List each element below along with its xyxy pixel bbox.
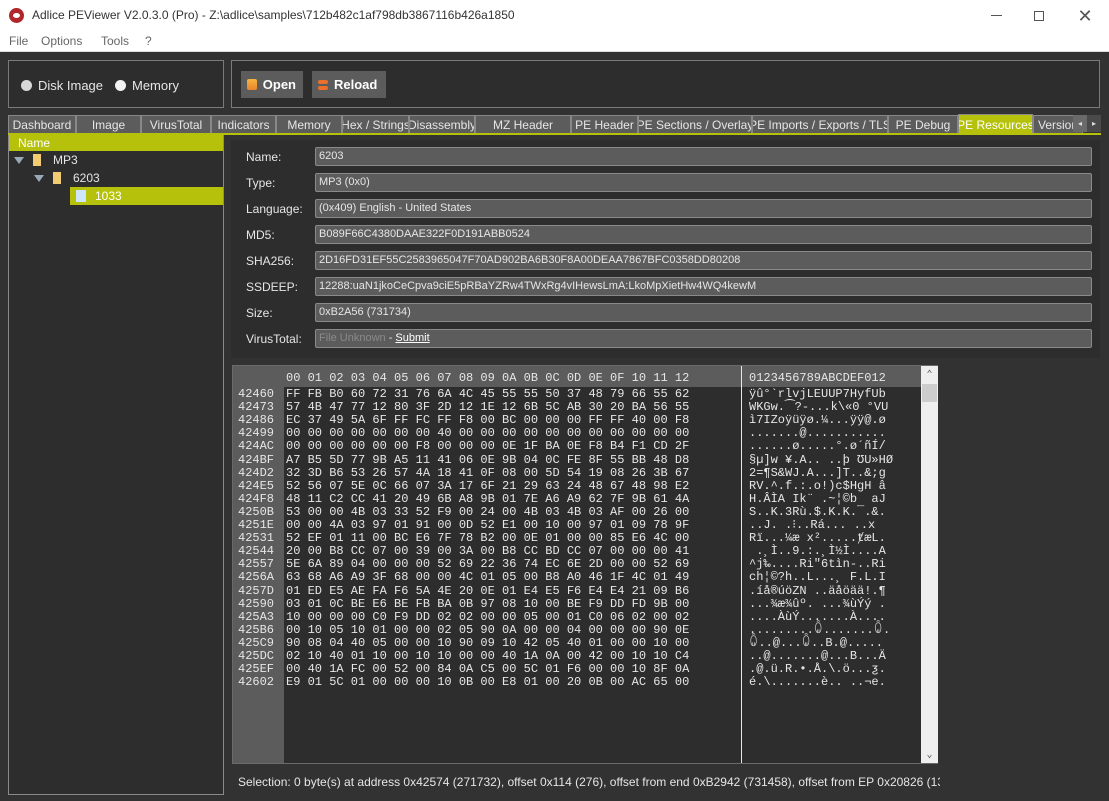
maximize-icon	[1034, 10, 1044, 21]
tab-hex-strings[interactable]: Hex / Strings	[342, 115, 409, 134]
tab-dashboard[interactable]: Dashboard	[8, 115, 76, 134]
hex-row-offset: 4256A	[238, 570, 275, 584]
ssdeep-label: SSDEEP:	[246, 280, 299, 294]
hex-row-ascii[interactable]: ch¦©?h..L...¸ F.L.I	[749, 571, 886, 584]
size-field[interactable]: 0xB2A56 (731734)	[315, 303, 1092, 322]
tab-virustotal[interactable]: VirusTotal	[141, 115, 211, 134]
menu-bar: File Options Tools ?	[0, 31, 1109, 52]
disk-image-label: Disk Image	[38, 78, 104, 93]
sha256-label: SHA256:	[246, 254, 295, 268]
tab-mz-header[interactable]: MZ Header	[475, 115, 571, 134]
tree-node-6203[interactable]: 6203	[34, 169, 100, 187]
virustotal-separator: -	[385, 332, 396, 344]
toolbar: Open Reload	[231, 60, 1100, 108]
open-label: Open	[262, 77, 296, 92]
reload-button[interactable]: Reload	[312, 71, 386, 98]
hex-view[interactable]: 00 01 02 03 04 05 06 07 08 09 0A 0B 0C 0…	[232, 365, 938, 764]
status-bar: Selection: 0 byte(s) at address 0x42574 …	[238, 775, 940, 789]
name-field[interactable]: 6203	[315, 147, 1092, 166]
virustotal-status: File Unknown	[319, 332, 386, 344]
menu-file[interactable]: File	[9, 34, 28, 48]
radio-indicator	[21, 80, 32, 91]
tree-header-name[interactable]: Name	[9, 135, 223, 151]
minimize-button[interactable]	[973, 0, 1019, 31]
tab-pe-imports[interactable]: PE Imports / Exports / TLS	[752, 115, 888, 134]
folder-open-icon	[247, 79, 257, 90]
source-selector: Disk Image Memory	[8, 60, 224, 108]
hex-row-bytes[interactable]: 63 68 A6 A9 3F 68 00 00 4C 01 05 00 B8 A…	[286, 571, 689, 584]
title-bar: Adlice PEViewer V2.0.3.0 (Pro) - Z:\adli…	[0, 0, 1109, 31]
file-icon	[76, 190, 86, 202]
tab-scroll-buttons: ◂ ▸	[1073, 115, 1101, 132]
open-button[interactable]: Open	[241, 71, 303, 98]
window-title: Adlice PEViewer V2.0.3.0 (Pro) - Z:\adli…	[32, 8, 515, 22]
tab-scroll-right-icon[interactable]: ▸	[1087, 115, 1101, 132]
expand-arrow-icon[interactable]	[14, 156, 24, 164]
type-label: Type:	[246, 176, 276, 190]
size-label: Size:	[246, 306, 273, 320]
md5-field[interactable]: B089F66C4380DAAE322F0D191ABB0524	[315, 225, 1092, 244]
virustotal-field: File Unknown - Submit	[315, 329, 1092, 348]
tree-node-mp3[interactable]: MP3	[14, 151, 78, 169]
tab-memory[interactable]: Memory	[276, 115, 342, 134]
ssdeep-field[interactable]: 12288:uaN1jkoCeCpva9ciE5pRBaYZRw4TWxRg4v…	[315, 277, 1092, 296]
hex-row-ascii[interactable]: é.\.......è.. ..¬e.	[749, 676, 886, 689]
virustotal-label: VirusTotal:	[246, 332, 302, 346]
close-button[interactable]: ✕	[1062, 0, 1108, 31]
tree-node-1033[interactable]: 1033	[70, 187, 223, 205]
memory-radio[interactable]: Memory	[115, 78, 179, 93]
ascii-column-header: 0123456789ABCDEF012	[749, 371, 886, 385]
folder-icon	[53, 172, 61, 184]
hex-scrollbar[interactable]: ⌃ ⌄	[921, 366, 938, 763]
tree-node-label: MP3	[53, 153, 78, 167]
close-icon: ✕	[1077, 5, 1093, 26]
app-logo-icon	[9, 8, 24, 23]
tab-scroll-left-icon[interactable]: ◂	[1073, 115, 1087, 132]
tab-pe-debug[interactable]: PE Debug	[888, 115, 958, 134]
app-window: Adlice PEViewer V2.0.3.0 (Pro) - Z:\adli…	[0, 0, 1109, 801]
hex-row-ascii[interactable]: ......ø.....°.ø´ñÍ/	[749, 440, 886, 453]
menu-help[interactable]: ?	[145, 34, 152, 48]
reload-icon	[318, 79, 328, 91]
tab-pe-resources[interactable]: PE Resources	[958, 114, 1033, 134]
tab-pe-header[interactable]: PE Header	[571, 115, 638, 134]
tab-indicators[interactable]: Indicators	[211, 115, 276, 134]
folder-icon	[33, 154, 41, 166]
tab-strip: Dashboard Image VirusTotal Indicators Me…	[8, 114, 1101, 134]
tree-node-label: 6203	[73, 171, 100, 185]
type-field[interactable]: MP3 (0x0)	[315, 173, 1092, 192]
tab-disassembly[interactable]: Disassembly	[409, 115, 475, 134]
scroll-up-icon[interactable]: ⌃	[921, 366, 938, 383]
reload-label: Reload	[334, 77, 378, 92]
memory-label: Memory	[132, 78, 179, 93]
hex-ascii-divider	[741, 366, 742, 763]
sha256-field[interactable]: 2D16FD31EF55C2583965047F70AD902BA6B30F8A…	[315, 251, 1092, 270]
scroll-down-icon[interactable]: ⌄	[921, 746, 938, 763]
tab-pe-sections[interactable]: PE Sections / Overlay	[638, 115, 752, 134]
expand-arrow-icon[interactable]	[34, 174, 44, 182]
hex-row-bytes[interactable]: E9 01 5C 01 00 00 00 10 0B 00 E8 01 00 2…	[286, 676, 689, 689]
hex-column-header: 00 01 02 03 04 05 06 07 08 09 0A 0B 0C 0…	[286, 371, 690, 385]
language-field[interactable]: (0x409) English - United States	[315, 199, 1092, 218]
name-label: Name:	[246, 150, 282, 164]
md5-label: MD5:	[246, 228, 275, 242]
disk-image-radio[interactable]: Disk Image	[21, 78, 103, 93]
minimize-icon	[990, 15, 1002, 16]
language-label: Language:	[246, 202, 303, 216]
virustotal-submit-link[interactable]: Submit	[395, 332, 429, 344]
radio-indicator	[115, 80, 126, 91]
tab-image[interactable]: Image	[76, 115, 141, 134]
menu-options[interactable]: Options	[41, 34, 82, 48]
resource-tree: Name MP3 6203 1033	[8, 135, 224, 795]
resource-details: Name: 6203 Type: MP3 (0x0) Language: (0x…	[231, 140, 1100, 358]
maximize-button[interactable]	[1016, 0, 1062, 31]
menu-tools[interactable]: Tools	[101, 34, 129, 48]
hex-row-offset: 424AC	[238, 439, 275, 453]
scrollbar-thumb[interactable]	[922, 384, 937, 402]
hex-row-offset: 42602	[238, 675, 275, 689]
hex-row-bytes[interactable]: 00 00 00 00 00 00 F8 00 00 00 0E 1F BA 0…	[286, 440, 689, 453]
tree-node-label: 1033	[95, 189, 122, 203]
